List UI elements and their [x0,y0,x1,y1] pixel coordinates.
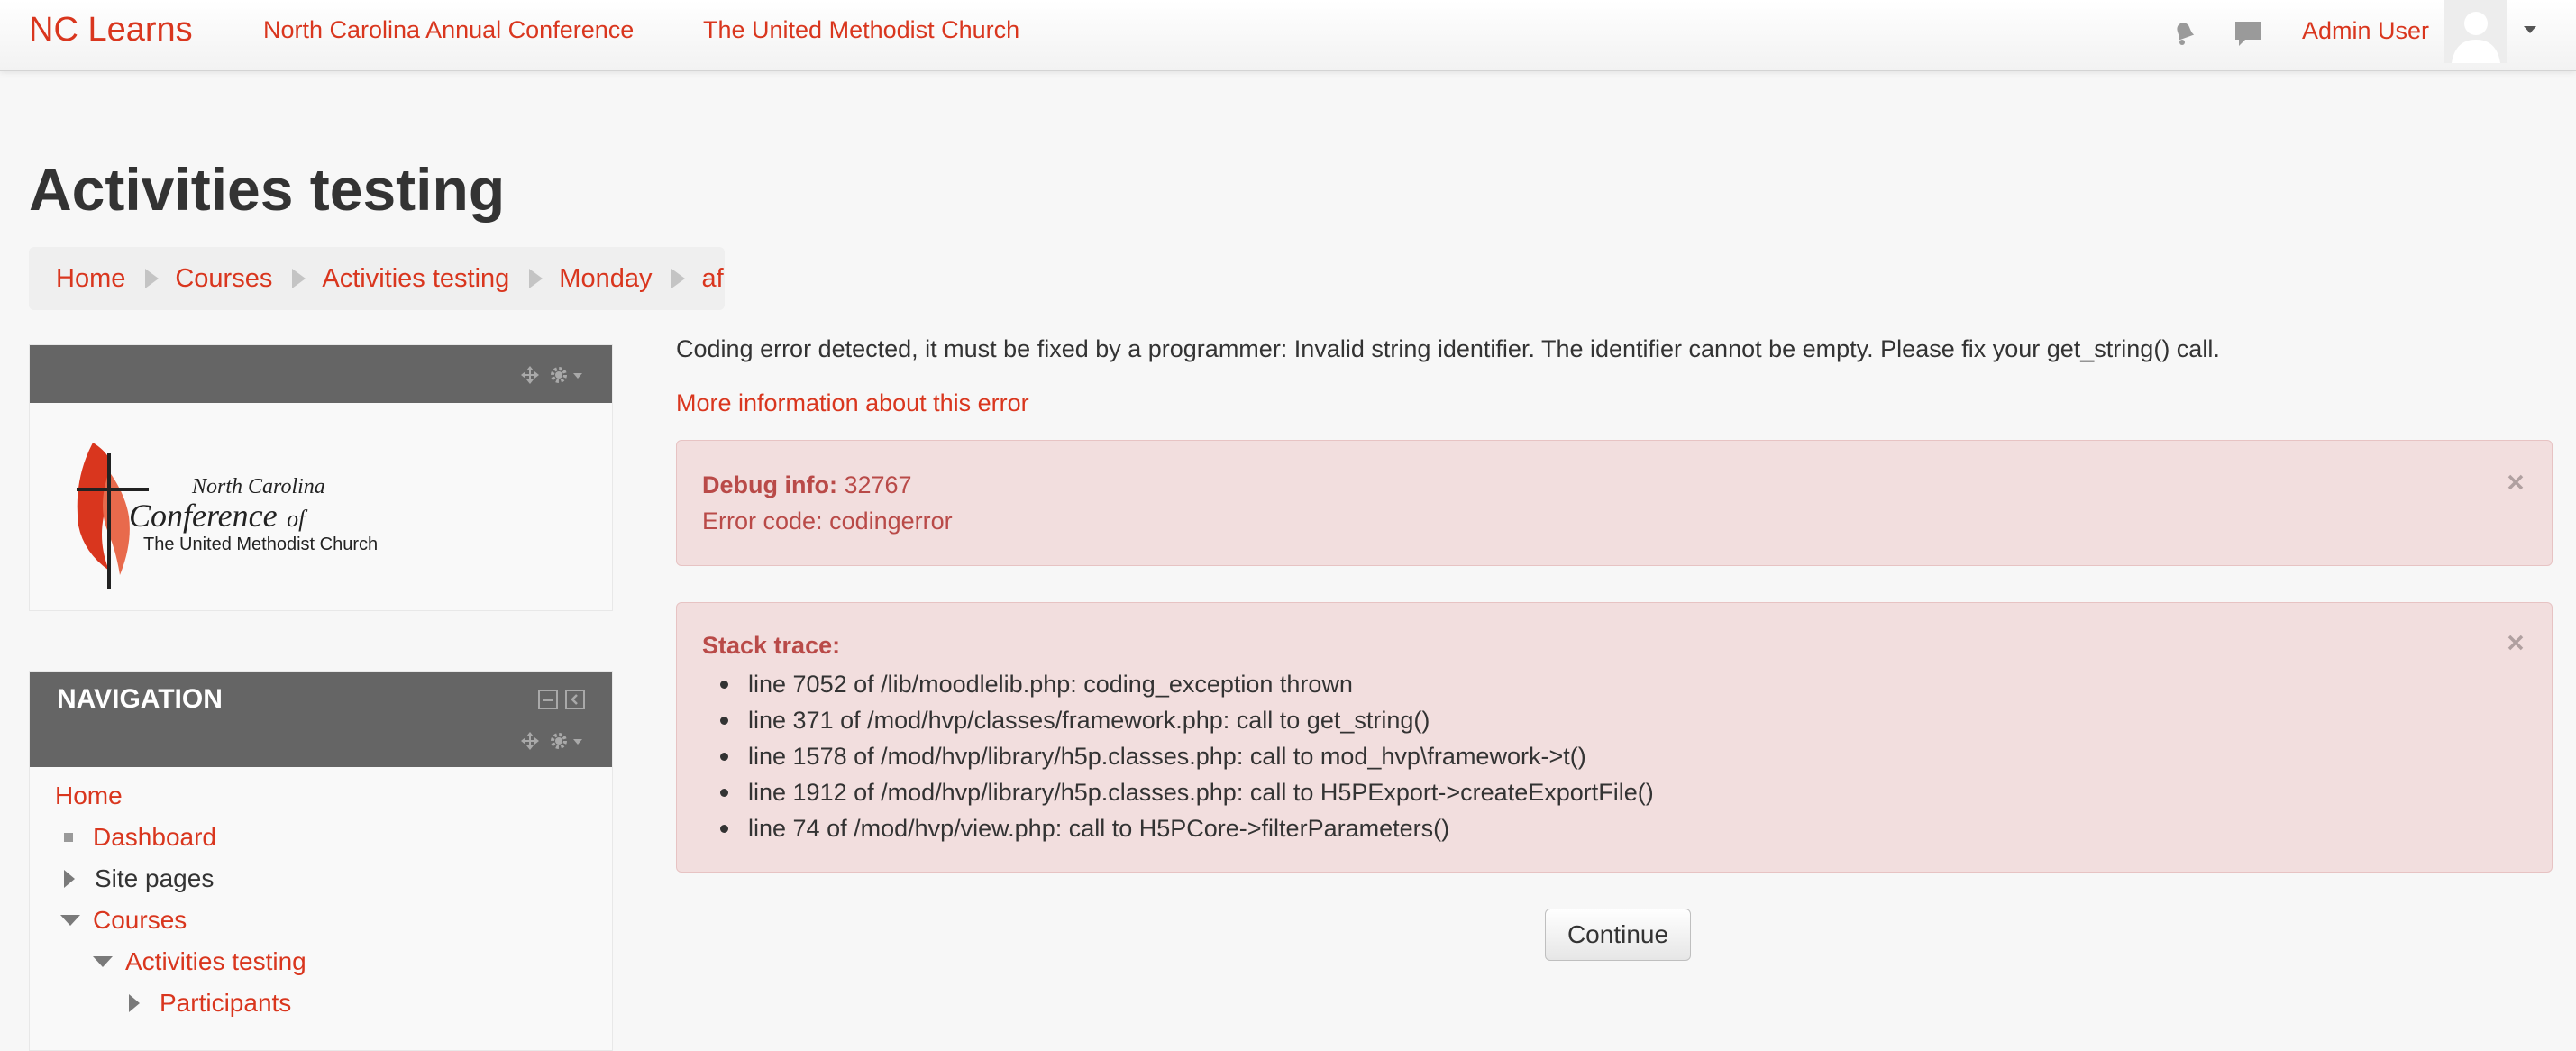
page-title: Activities testing [29,156,506,223]
nav-link-umc[interactable]: The United Methodist Church [703,16,1019,44]
nav-item-participants[interactable]: Participants [129,989,291,1018]
breadcrumb-activities-testing[interactable]: Activities testing [322,264,509,294]
stack-trace-item: line 1912 of /mod/hvp/library/h5p.classe… [702,774,1654,810]
navigation-block-header: NAVIGATION [30,672,612,767]
move-block-icon[interactable] [520,731,540,755]
bullet-icon [720,716,728,725]
stack-trace-text: line 1912 of /mod/hvp/library/h5p.classe… [748,779,1654,806]
breadcrumb-separator-icon [671,269,686,288]
logo-text-conference-row: Conference of [129,497,305,535]
error-code-value: codingerror [829,507,953,535]
top-navbar: NC Learns North Carolina Annual Conferen… [0,0,2576,71]
bullet-icon [720,680,728,689]
breadcrumb-courses[interactable]: Courses [175,264,272,294]
nc-conference-logo: North Carolina Conference of The United … [57,417,453,598]
dock-block-icon[interactable] [565,690,585,714]
error-code-label: Error code: [702,507,823,535]
debug-info-value: 32767 [844,471,912,498]
bullet-icon [720,752,728,761]
nav-item-label[interactable]: Home [55,781,123,810]
logo-text-of: of [287,506,306,532]
collapse-arrow-icon[interactable] [60,915,80,926]
close-icon[interactable] [2505,471,2526,493]
stack-trace-item: line 74 of /mod/hvp/view.php: call to H5… [702,810,1654,846]
logo-text-conference: Conference [129,498,278,534]
debug-info-alert: Debug info: 32767 Error code: codingerro… [676,440,2553,566]
stack-trace-text: line 74 of /mod/hvp/view.php: call to H5… [748,815,1450,842]
stack-trace-title: Stack trace: [702,632,841,659]
logo-block-header [30,345,612,403]
expand-arrow-icon[interactable] [64,870,75,888]
breadcrumb: Home Courses Activities testing Monday a… [29,247,725,310]
stack-trace-text: line 1578 of /mod/hvp/library/h5p.classe… [748,743,1586,770]
block-settings-gear-icon[interactable] [549,365,585,389]
nav-item-label[interactable]: Dashboard [93,823,216,852]
continue-button[interactable]: Continue [1545,909,1691,961]
bullet-icon [720,824,728,833]
stack-trace-item: line 7052 of /lib/moodlelib.php: coding_… [702,666,1654,702]
notifications-bell-icon[interactable] [2165,14,2201,50]
bullet-icon [64,833,73,842]
expand-arrow-icon[interactable] [129,994,140,1012]
stack-trace-item: line 1578 of /mod/hvp/library/h5p.classe… [702,738,1654,774]
nav-item-label[interactable]: Site pages [95,864,214,893]
debug-info-label: Debug info: [702,471,837,498]
debug-info-row: Debug info: 32767 [702,471,912,499]
breadcrumb-separator-icon [529,269,544,288]
more-info-link[interactable]: More information about this error [676,389,1029,417]
nav-item-dashboard[interactable]: Dashboard [64,823,216,852]
breadcrumb-af[interactable]: af [701,264,723,294]
nav-item-label[interactable]: Activities testing [125,947,306,976]
block-settings-gear-icon[interactable] [549,731,585,755]
user-avatar[interactable] [2444,0,2507,63]
navigation-block: NAVIGATION Home Dashboard Site pages Cou… [29,671,613,1051]
nav-item-home[interactable]: Home [55,781,123,810]
nav-link-annual-conference[interactable]: North Carolina Annual Conference [263,16,634,44]
site-brand-link[interactable]: NC Learns [29,11,193,50]
user-menu-name[interactable]: Admin User [2302,17,2429,45]
stack-trace-text: line 371 of /mod/hvp/classes/framework.p… [748,707,1430,734]
logo-text-umc: The United Methodist Church [143,535,379,554]
user-menu-caret-icon[interactable] [2522,23,2538,40]
collapse-arrow-icon[interactable] [93,956,113,967]
navigation-block-title: NAVIGATION [57,684,223,714]
nav-item-site-pages[interactable]: Site pages [64,864,214,893]
error-message: Coding error detected, it must be fixed … [676,335,2220,362]
nav-item-activities-testing[interactable]: Activities testing [93,947,306,976]
logo-block: North Carolina Conference of The United … [29,344,613,611]
stack-trace-alert: Stack trace: line 7052 of /lib/moodlelib… [676,602,2553,873]
stack-trace-list: line 7052 of /lib/moodlelib.php: coding_… [702,666,1654,846]
breadcrumb-separator-icon [292,269,306,288]
move-block-icon[interactable] [520,365,540,389]
breadcrumb-home[interactable]: Home [56,264,125,294]
stack-trace-text: line 7052 of /lib/moodlelib.php: coding_… [748,671,1353,698]
close-icon[interactable] [2505,632,2526,653]
nav-item-courses[interactable]: Courses [60,906,187,935]
breadcrumb-monday[interactable]: Monday [559,264,652,294]
collapse-block-icon[interactable] [538,690,558,714]
logo-text-north-carolina: North Carolina [192,475,325,498]
stack-trace-item: line 371 of /mod/hvp/classes/framework.p… [702,702,1654,738]
nav-item-label[interactable]: Courses [93,906,187,935]
messages-chat-icon[interactable] [2230,14,2266,50]
nav-item-label[interactable]: Participants [160,989,291,1018]
bullet-icon [720,788,728,797]
error-code-row: Error code: codingerror [702,507,953,535]
breadcrumb-separator-icon [145,269,160,288]
